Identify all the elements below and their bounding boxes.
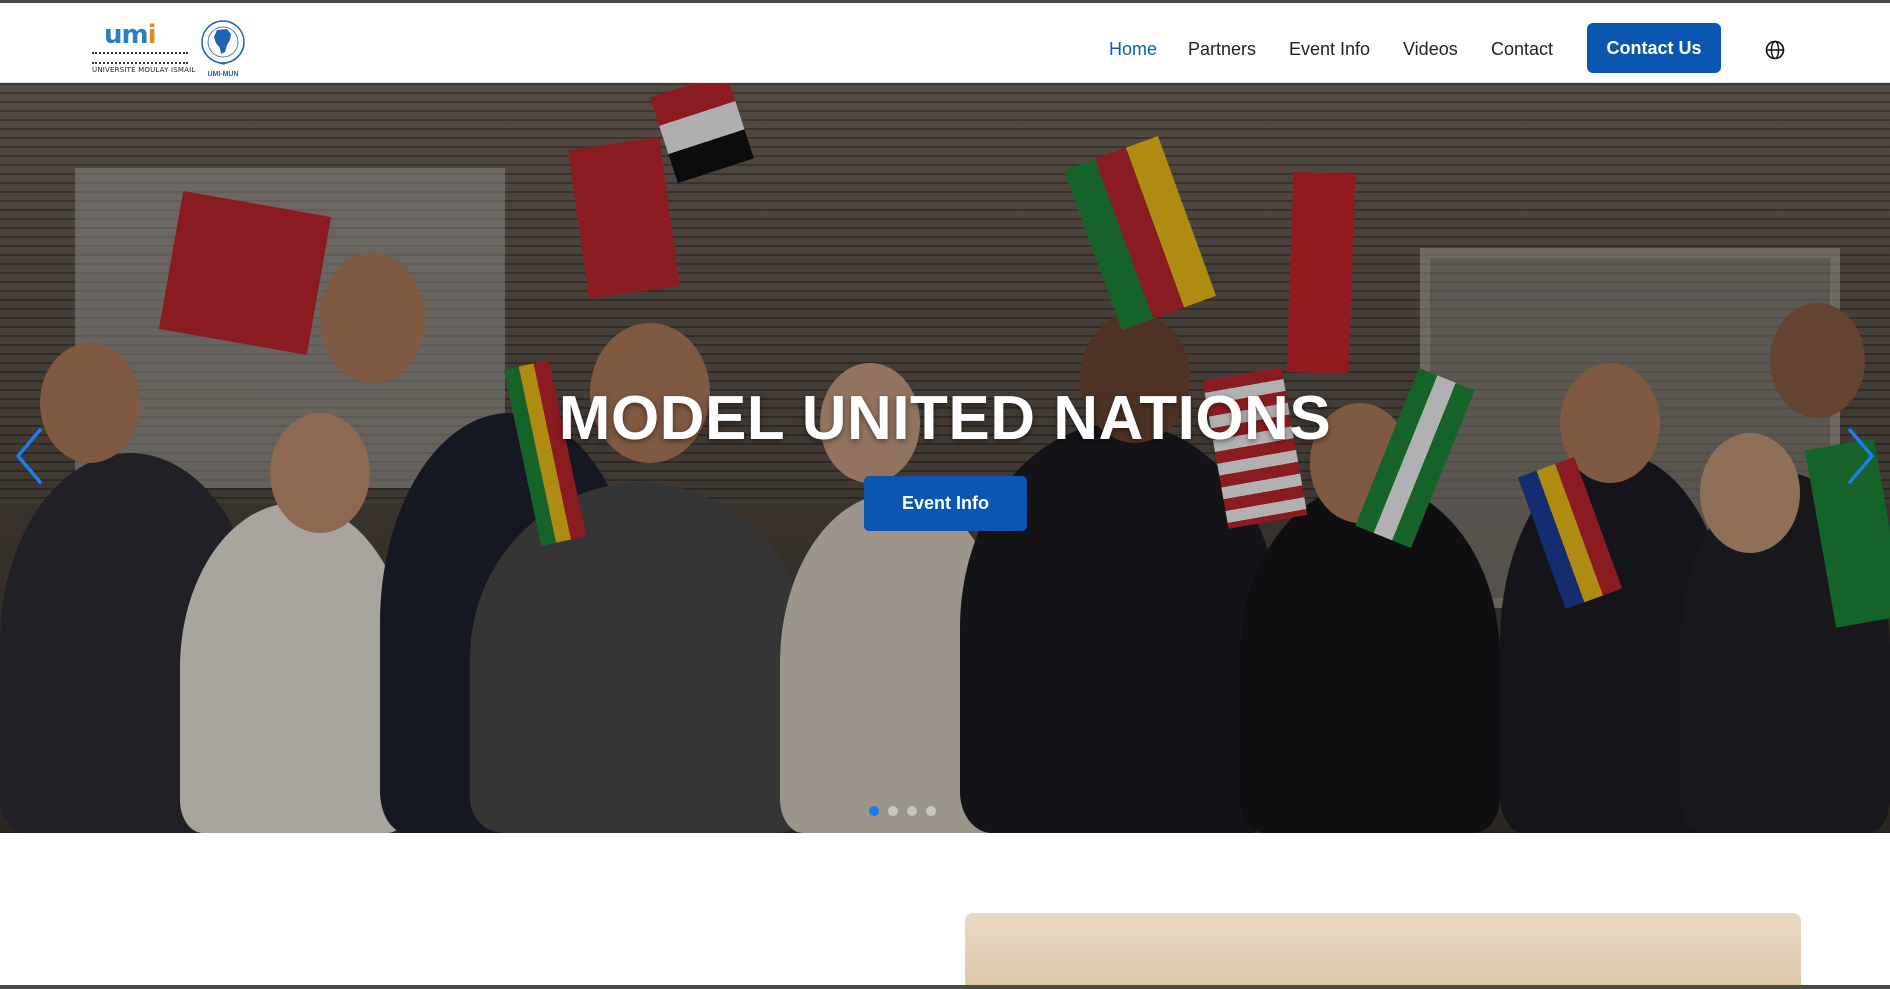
carousel-dot-3[interactable]	[907, 806, 917, 816]
carousel-dot-2[interactable]	[888, 806, 898, 816]
hero-title: MODEL UNITED NATIONS	[558, 384, 1332, 453]
nav-item-videos[interactable]: Videos	[1403, 39, 1458, 60]
content-section	[0, 833, 1890, 989]
contact-us-button[interactable]: Contact Us	[1587, 23, 1721, 73]
nav-item-contact[interactable]: Contact	[1491, 39, 1553, 60]
hero-carousel: MODEL UNITED NATIONS Event Info	[0, 83, 1890, 833]
globe-icon[interactable]	[1765, 40, 1785, 60]
carousel-dot-1[interactable]	[869, 806, 879, 816]
nav-item-event-info[interactable]: Event Info	[1289, 39, 1370, 60]
window-bottom-border	[0, 985, 1890, 989]
carousel-indicators	[869, 806, 936, 816]
chevron-left-icon[interactable]	[12, 426, 48, 486]
event-info-button[interactable]: Event Info	[864, 476, 1027, 531]
main-nav: Home Partners Event Info Videos Contact …	[0, 3, 1890, 83]
content-image	[965, 913, 1801, 989]
chevron-right-icon[interactable]	[1842, 426, 1878, 486]
nav-item-partners[interactable]: Partners	[1188, 39, 1256, 60]
carousel-dot-4[interactable]	[926, 806, 936, 816]
nav-item-home[interactable]: Home	[1109, 39, 1157, 60]
hero-dark-overlay	[0, 83, 1890, 833]
